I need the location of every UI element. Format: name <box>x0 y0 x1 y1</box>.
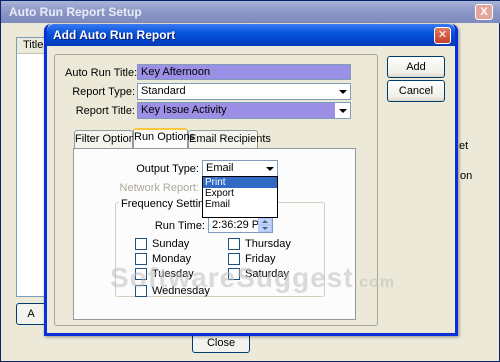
tab-email-recipients[interactable]: Email Recipients <box>188 130 271 148</box>
output-type-label: Output Type: <box>136 163 199 175</box>
tab-run-options[interactable]: Run Options <box>133 128 195 148</box>
watermark: SoftwareSuggest.com <box>110 262 395 294</box>
chevron-down-icon[interactable] <box>335 103 350 118</box>
chevron-down-icon[interactable] <box>262 161 277 176</box>
outer-side-text: et <box>459 140 469 152</box>
close-icon[interactable]: ✕ <box>434 27 451 44</box>
run-time-spinner[interactable] <box>258 218 272 232</box>
network-report-label: Network Report: <box>119 182 199 194</box>
outer-close-button-label: Close <box>206 337 236 349</box>
tab-label: Run Options <box>134 131 196 143</box>
thursday-checkbox[interactable] <box>228 238 240 250</box>
run-time-label: Run Time: <box>154 220 205 232</box>
sunday-checkbox[interactable] <box>135 238 147 250</box>
dialog-title: Add Auto Run Report <box>47 24 455 46</box>
outer-close-icon[interactable]: X <box>475 4 493 20</box>
dropdown-option-print[interactable]: Print <box>203 177 277 188</box>
outer-close-button[interactable]: Close <box>192 333 250 353</box>
tab-label: Email Recipients <box>189 133 271 145</box>
watermark-suffix: .com <box>353 274 396 291</box>
outer-side-text: on <box>460 170 473 182</box>
report-type-value: Standard <box>141 85 186 97</box>
outer-add-button-label: A <box>27 308 35 320</box>
spin-down-icon[interactable] <box>258 225 272 232</box>
day-label: Thursday <box>245 238 291 250</box>
chevron-down-icon[interactable] <box>335 84 350 99</box>
watermark-text: SoftwareSuggest <box>110 262 354 293</box>
dropdown-option-export[interactable]: Export <box>203 188 277 199</box>
outer-add-button[interactable]: A <box>16 303 46 325</box>
run-time-input[interactable]: 2:36:29 PM <box>208 217 273 233</box>
report-title-select[interactable]: Key Issue Activity <box>137 102 351 119</box>
auto-run-title-label: Auto Run Title: <box>65 67 138 79</box>
cancel-button-label: Cancel <box>398 85 434 97</box>
outer-window-title: Auto Run Report Setup <box>1 1 500 23</box>
add-button[interactable]: Add <box>387 56 445 78</box>
spin-up-icon[interactable] <box>258 218 272 225</box>
cancel-button[interactable]: Cancel <box>387 80 445 102</box>
report-title-label: Report Title: <box>75 105 135 117</box>
tab-label: Filter Options <box>75 133 141 145</box>
report-type-label: Report Type: <box>72 86 135 98</box>
dropdown-option-email[interactable]: Email <box>203 199 277 210</box>
report-title-value: Key Issue Activity <box>141 104 227 116</box>
tab-filter-options[interactable]: Filter Options <box>74 130 140 148</box>
report-type-select[interactable]: Standard <box>137 83 351 100</box>
auto-run-title-input[interactable]: Key Afternoon <box>137 64 351 80</box>
output-type-dropdown[interactable]: Print Export Email <box>202 176 278 218</box>
output-type-value: Email <box>206 162 234 174</box>
day-label: Sunday <box>152 238 190 250</box>
output-type-select[interactable]: Email <box>202 160 278 177</box>
add-button-label: Add <box>406 61 426 73</box>
